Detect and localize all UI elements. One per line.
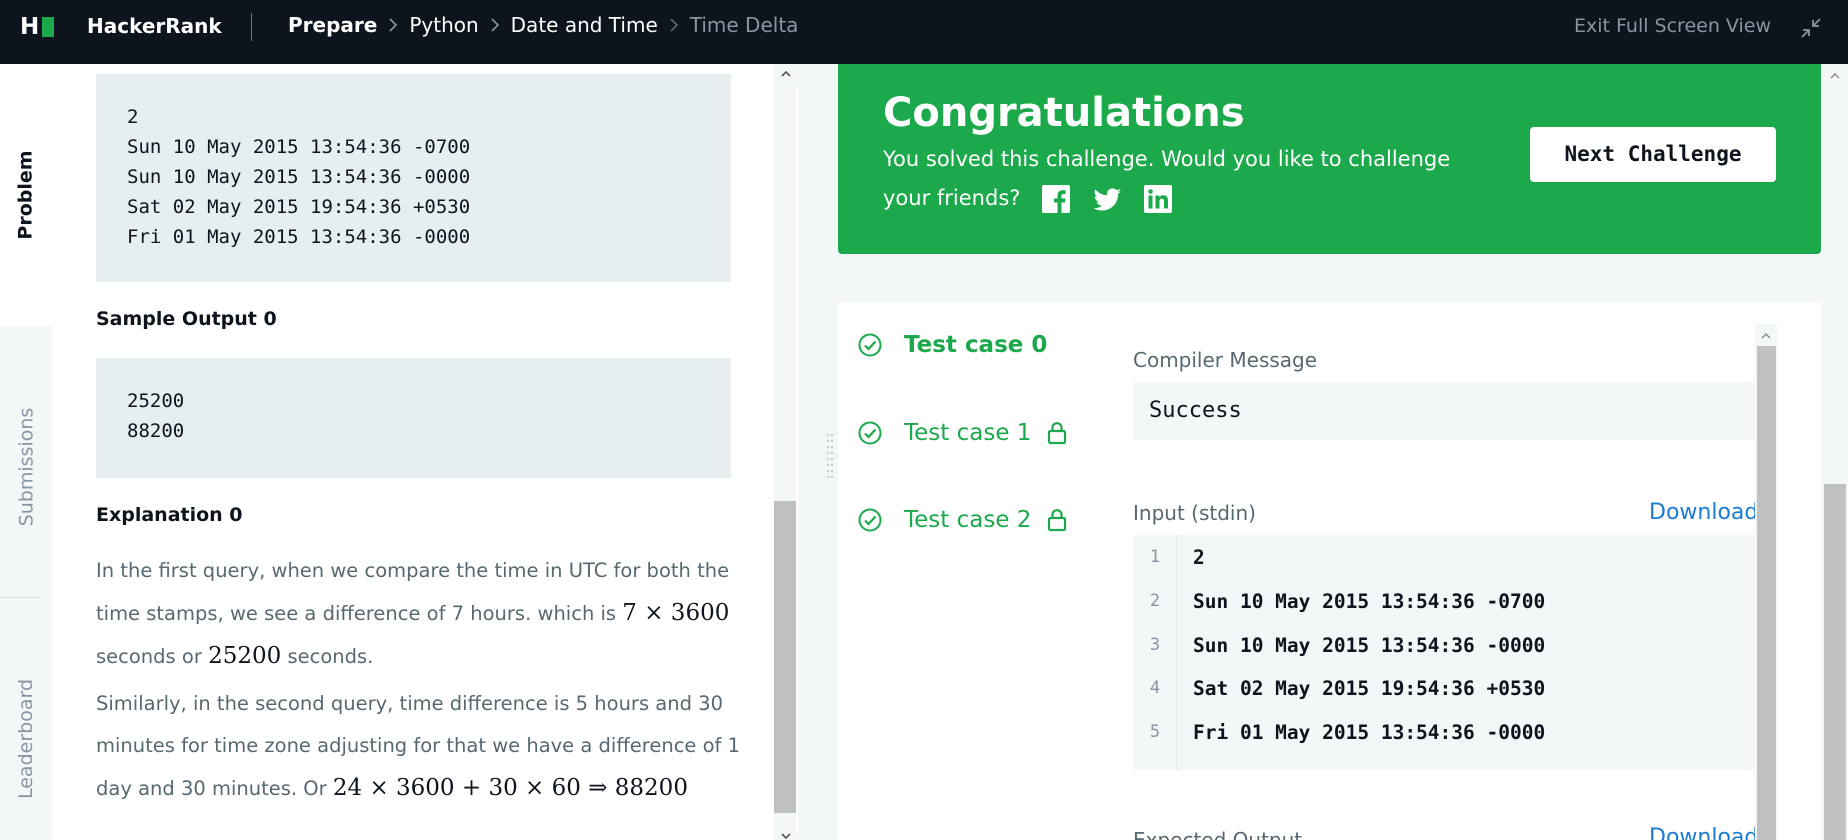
download-input-link[interactable]: Download: [1649, 500, 1758, 525]
check-circle-icon: [858, 333, 882, 357]
results-scrollbar[interactable]: [1755, 324, 1777, 840]
logo-letter: H: [20, 14, 40, 40]
sample-output-heading: Sample Output 0: [96, 308, 277, 330]
congratulations-title: Congratulations: [883, 90, 1245, 136]
expected-output-label: Expected Output: [1133, 828, 1303, 840]
logo-bar: [42, 17, 55, 37]
social-share-icons: [1041, 184, 1173, 214]
scroll-up-arrow-icon[interactable]: [781, 68, 791, 80]
tab-divider: [0, 597, 40, 598]
tab-leaderboard[interactable]: Leaderboard: [0, 659, 52, 819]
line-number: 2: [1149, 591, 1161, 611]
scroll-down-arrow-icon[interactable]: [781, 830, 791, 840]
check-circle-icon: [858, 421, 882, 445]
input-stdin-label: Input (stdin): [1133, 501, 1256, 525]
code-text: 2: [1193, 545, 1205, 569]
math-expression: 25200: [208, 643, 282, 669]
explanation-text: seconds or: [96, 645, 202, 668]
line-number: 1: [1149, 547, 1161, 567]
code-line: 2 Sun 10 May 2015 13:54:36 -0700: [1133, 579, 1755, 623]
scrollbar-thumb[interactable]: [1824, 484, 1846, 840]
congratulations-message: You solved this challenge. Would you lik…: [883, 140, 1483, 218]
code-line: 1 2: [1133, 535, 1755, 579]
linkedin-icon[interactable]: [1143, 184, 1173, 214]
code-text: Sun 10 May 2015 13:54:36 -0000: [1193, 633, 1546, 657]
compiler-message-box: Success: [1133, 382, 1755, 440]
code-text: Sun 10 May 2015 13:54:36 -0700: [1193, 589, 1546, 613]
exit-full-screen-link[interactable]: Exit Full Screen View: [1574, 15, 1771, 37]
explanation-paragraph-2: Similarly, in the second query, time dif…: [96, 683, 746, 810]
test-case-label: Test case 2: [904, 507, 1032, 533]
tab-leaderboard-label: Leaderboard: [15, 678, 38, 800]
line-number: 3: [1149, 635, 1161, 655]
line-number: 4: [1149, 678, 1161, 698]
tab-problem[interactable]: Problem: [0, 64, 52, 326]
next-challenge-button[interactable]: Next Challenge: [1530, 127, 1776, 182]
twitter-icon[interactable]: [1092, 184, 1122, 214]
vertical-tabs: Problem Submissions Leaderboard: [0, 64, 52, 840]
chevron-right-icon: [388, 17, 398, 33]
problem-scrollbar[interactable]: [774, 64, 819, 840]
code-text: Fri 01 May 2015 13:54:36 -0000: [1193, 720, 1546, 744]
explanation-text: seconds.: [287, 645, 374, 668]
breadcrumb-time-delta: Time Delta: [689, 13, 799, 37]
drag-handle-icon[interactable]: [826, 432, 834, 479]
test-case-0[interactable]: Test case 0: [857, 332, 1047, 358]
lock-icon: [1048, 509, 1067, 532]
stdin-code-block: 1 2 2 Sun 10 May 2015 13:54:36 -0700 3 S…: [1133, 535, 1755, 770]
problem-pane: 2 Sun 10 May 2015 13:54:36 -0700 Sun 10 …: [52, 64, 774, 840]
code-line: 5 Fri 01 May 2015 13:54:36 -0000: [1133, 710, 1755, 754]
code-line: 4 Sat 02 May 2015 19:54:36 +0530: [1133, 666, 1755, 710]
compiler-message-label: Compiler Message: [1133, 348, 1318, 372]
explanation-paragraph-1: In the first query, when we compare the …: [96, 550, 746, 678]
math-expression: 7 × 3600: [622, 600, 730, 626]
scroll-up-arrow-icon[interactable]: [1761, 330, 1771, 342]
minimize-icon[interactable]: [1799, 16, 1823, 40]
breadcrumb-python[interactable]: Python: [409, 13, 478, 37]
breadcrumb-date-and-time[interactable]: Date and Time: [511, 13, 658, 37]
math-expression: 24 × 3600 + 30 × 60 ⇒ 88200: [332, 775, 688, 801]
sample-input-block: 2 Sun 10 May 2015 13:54:36 -0700 Sun 10 …: [96, 74, 731, 282]
scrollbar-thumb[interactable]: [1757, 346, 1776, 840]
hackerrank-logo[interactable]: H: [20, 14, 55, 40]
congratulations-banner: Congratulations You solved this challeng…: [838, 64, 1821, 254]
sample-output-block: 25200 88200: [96, 358, 731, 478]
explanation-heading: Explanation 0: [96, 504, 243, 526]
download-expected-output-link[interactable]: Download: [1649, 825, 1758, 840]
page-scrollbar[interactable]: [1822, 64, 1848, 840]
test-case-label: Test case 1: [904, 420, 1032, 446]
breadcrumb-prepare[interactable]: Prepare: [288, 13, 377, 37]
test-case-2[interactable]: Test case 2: [857, 507, 1069, 533]
tab-submissions[interactable]: Submissions: [0, 391, 52, 543]
top-navigation-bar: H HackerRank Prepare Python Date and Tim…: [0, 0, 1848, 64]
breadcrumb: Prepare Python Date and Time Time Delta: [288, 13, 798, 37]
code-line: 3 Sun 10 May 2015 13:54:36 -0000: [1133, 623, 1755, 667]
line-number: 5: [1149, 722, 1161, 742]
check-circle-icon: [858, 508, 882, 532]
brand-name[interactable]: HackerRank: [87, 14, 222, 38]
test-case-1[interactable]: Test case 1: [857, 420, 1069, 446]
nav-divider: [251, 13, 252, 41]
chevron-right-icon: [669, 17, 679, 33]
scrollbar-thumb[interactable]: [774, 501, 796, 813]
tab-problem-label: Problem: [15, 150, 37, 240]
code-text: Sat 02 May 2015 19:54:36 +0530: [1193, 676, 1546, 700]
scroll-up-arrow-icon[interactable]: [1830, 70, 1840, 82]
lock-icon: [1048, 422, 1067, 445]
test-case-label: Test case 0: [904, 332, 1048, 358]
chevron-right-icon: [490, 17, 500, 33]
tab-submissions-label: Submissions: [15, 407, 37, 527]
facebook-icon[interactable]: [1041, 184, 1071, 214]
